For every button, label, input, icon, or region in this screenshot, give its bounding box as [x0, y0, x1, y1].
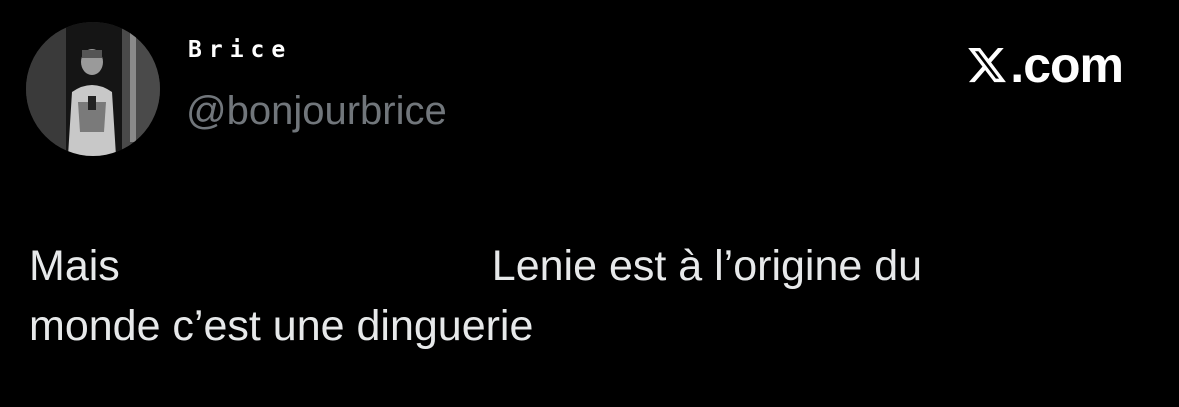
brand-domain: .com	[1010, 37, 1124, 93]
author-display-name[interactable]: Brice	[188, 37, 292, 63]
avatar-photo	[26, 22, 160, 156]
x-brand: .com	[966, 36, 1124, 94]
tweet-card: Brice @bonjourbrice .com Mais Lenie est à…	[0, 0, 1179, 407]
x-logo-icon	[968, 47, 1007, 83]
tweet-text: Mais Lenie est à l’origine du monde c’est…	[29, 236, 1129, 356]
tweet-line-1: Mais Lenie est à l’origine du	[29, 236, 1129, 296]
tweet-line-2: monde c’est une dinguerie	[29, 302, 534, 350]
tweet-text-start: Mais	[29, 242, 120, 290]
author-handle[interactable]: @bonjourbrice	[186, 89, 447, 134]
tweet-text-end: Lenie est à l’origine du	[491, 242, 923, 290]
avatar[interactable]	[26, 22, 160, 156]
redacted-area	[120, 249, 492, 289]
